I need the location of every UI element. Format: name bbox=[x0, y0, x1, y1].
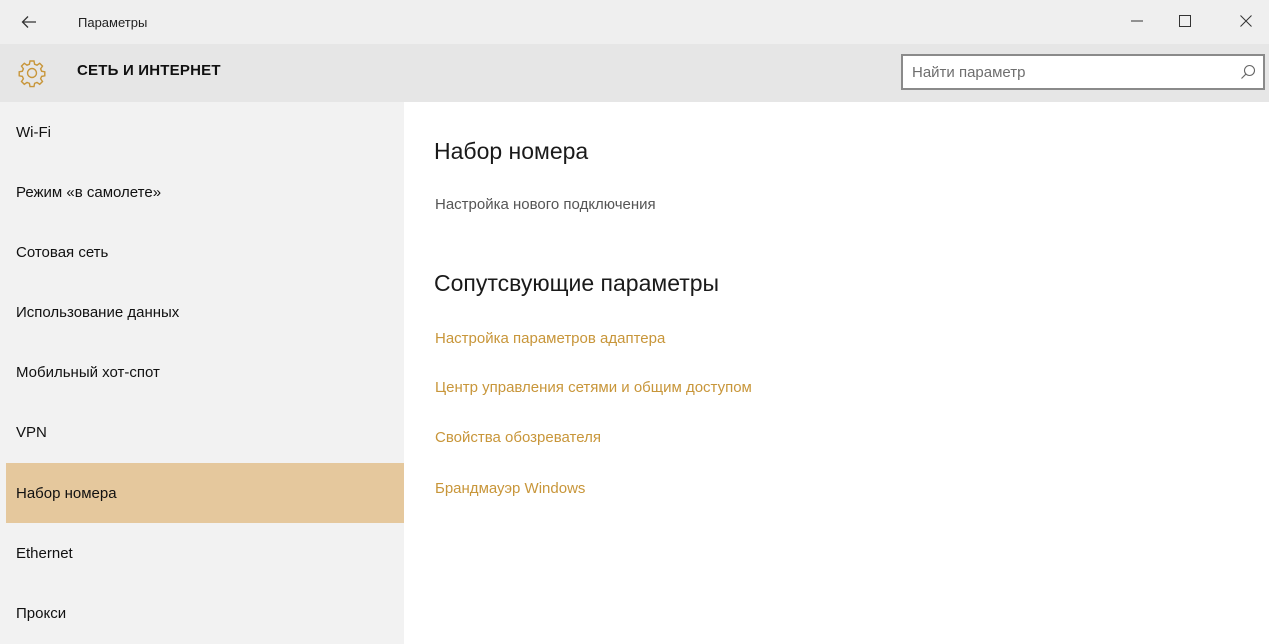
internet-options-link[interactable]: Свойства обозревателя bbox=[435, 429, 601, 446]
sidebar-item-label: Режим «в самолете» bbox=[16, 183, 162, 201]
settings-header: СЕТЬ И ИНТЕРНЕТ bbox=[0, 44, 1269, 102]
sidebar-item-mobile-hotspot[interactable]: Мобильный хот-спот bbox=[6, 342, 404, 402]
setup-new-connection-link[interactable]: Настройка нового подключения bbox=[435, 196, 656, 213]
adapter-settings-link[interactable]: Настройка параметров адаптера bbox=[435, 330, 665, 347]
minimize-icon bbox=[1131, 20, 1143, 22]
arrow-left-icon bbox=[21, 16, 36, 28]
network-sharing-center-link[interactable]: Центр управления сетями и общим доступом bbox=[435, 379, 752, 396]
section-title: СЕТЬ И ИНТЕРНЕТ bbox=[77, 62, 221, 79]
sidebar-item-wifi[interactable]: Wi-Fi bbox=[6, 102, 404, 162]
sidebar-item-label: Набор номера bbox=[16, 484, 117, 502]
sidebar-item-ethernet[interactable]: Ethernet bbox=[6, 523, 404, 583]
sidebar-item-airplane-mode[interactable]: Режим «в самолете» bbox=[6, 162, 404, 222]
maximize-icon bbox=[1179, 15, 1191, 27]
close-button[interactable] bbox=[1223, 6, 1269, 36]
main-content: Набор номера Настройка нового подключени… bbox=[404, 102, 1269, 644]
windows-firewall-link[interactable]: Брандмауэр Windows bbox=[435, 480, 585, 497]
minimize-button[interactable] bbox=[1114, 6, 1160, 36]
page-title: Набор номера bbox=[434, 138, 589, 164]
sidebar-item-label: Прокси bbox=[16, 604, 67, 622]
sidebar-item-label: Ethernet bbox=[16, 544, 73, 562]
sidebar-item-label: Мобильный хот-спот bbox=[16, 363, 160, 381]
sidebar-item-proxy[interactable]: Прокси bbox=[6, 583, 404, 643]
back-button[interactable] bbox=[14, 8, 44, 36]
related-settings-heading: Сопутсвующие параметры bbox=[434, 270, 720, 296]
sidebar-item-data-usage[interactable]: Использование данных bbox=[6, 282, 404, 342]
sidebar-item-vpn[interactable]: VPN bbox=[6, 402, 404, 462]
sidebar-item-cellular[interactable]: Сотовая сеть bbox=[6, 222, 404, 282]
maximize-button[interactable] bbox=[1162, 6, 1208, 36]
sidebar-item-dial-up[interactable]: Набор номера bbox=[6, 463, 404, 523]
window-title: Параметры bbox=[78, 15, 148, 30]
sidebar-item-label: Сотовая сеть bbox=[16, 243, 109, 261]
search-icon[interactable] bbox=[1239, 63, 1257, 81]
search-input[interactable] bbox=[903, 56, 1232, 88]
search-box[interactable] bbox=[901, 54, 1265, 90]
gear-icon bbox=[18, 60, 46, 88]
title-bar: Параметры bbox=[0, 0, 1269, 44]
sidebar-nav: Wi-Fi Режим «в самолете» Сотовая сеть Ис… bbox=[0, 102, 404, 644]
sidebar-item-label: Wi-Fi bbox=[16, 123, 51, 141]
sidebar-item-label: Использование данных bbox=[16, 303, 180, 321]
close-icon bbox=[1240, 15, 1252, 27]
sidebar-item-label: VPN bbox=[16, 423, 47, 441]
